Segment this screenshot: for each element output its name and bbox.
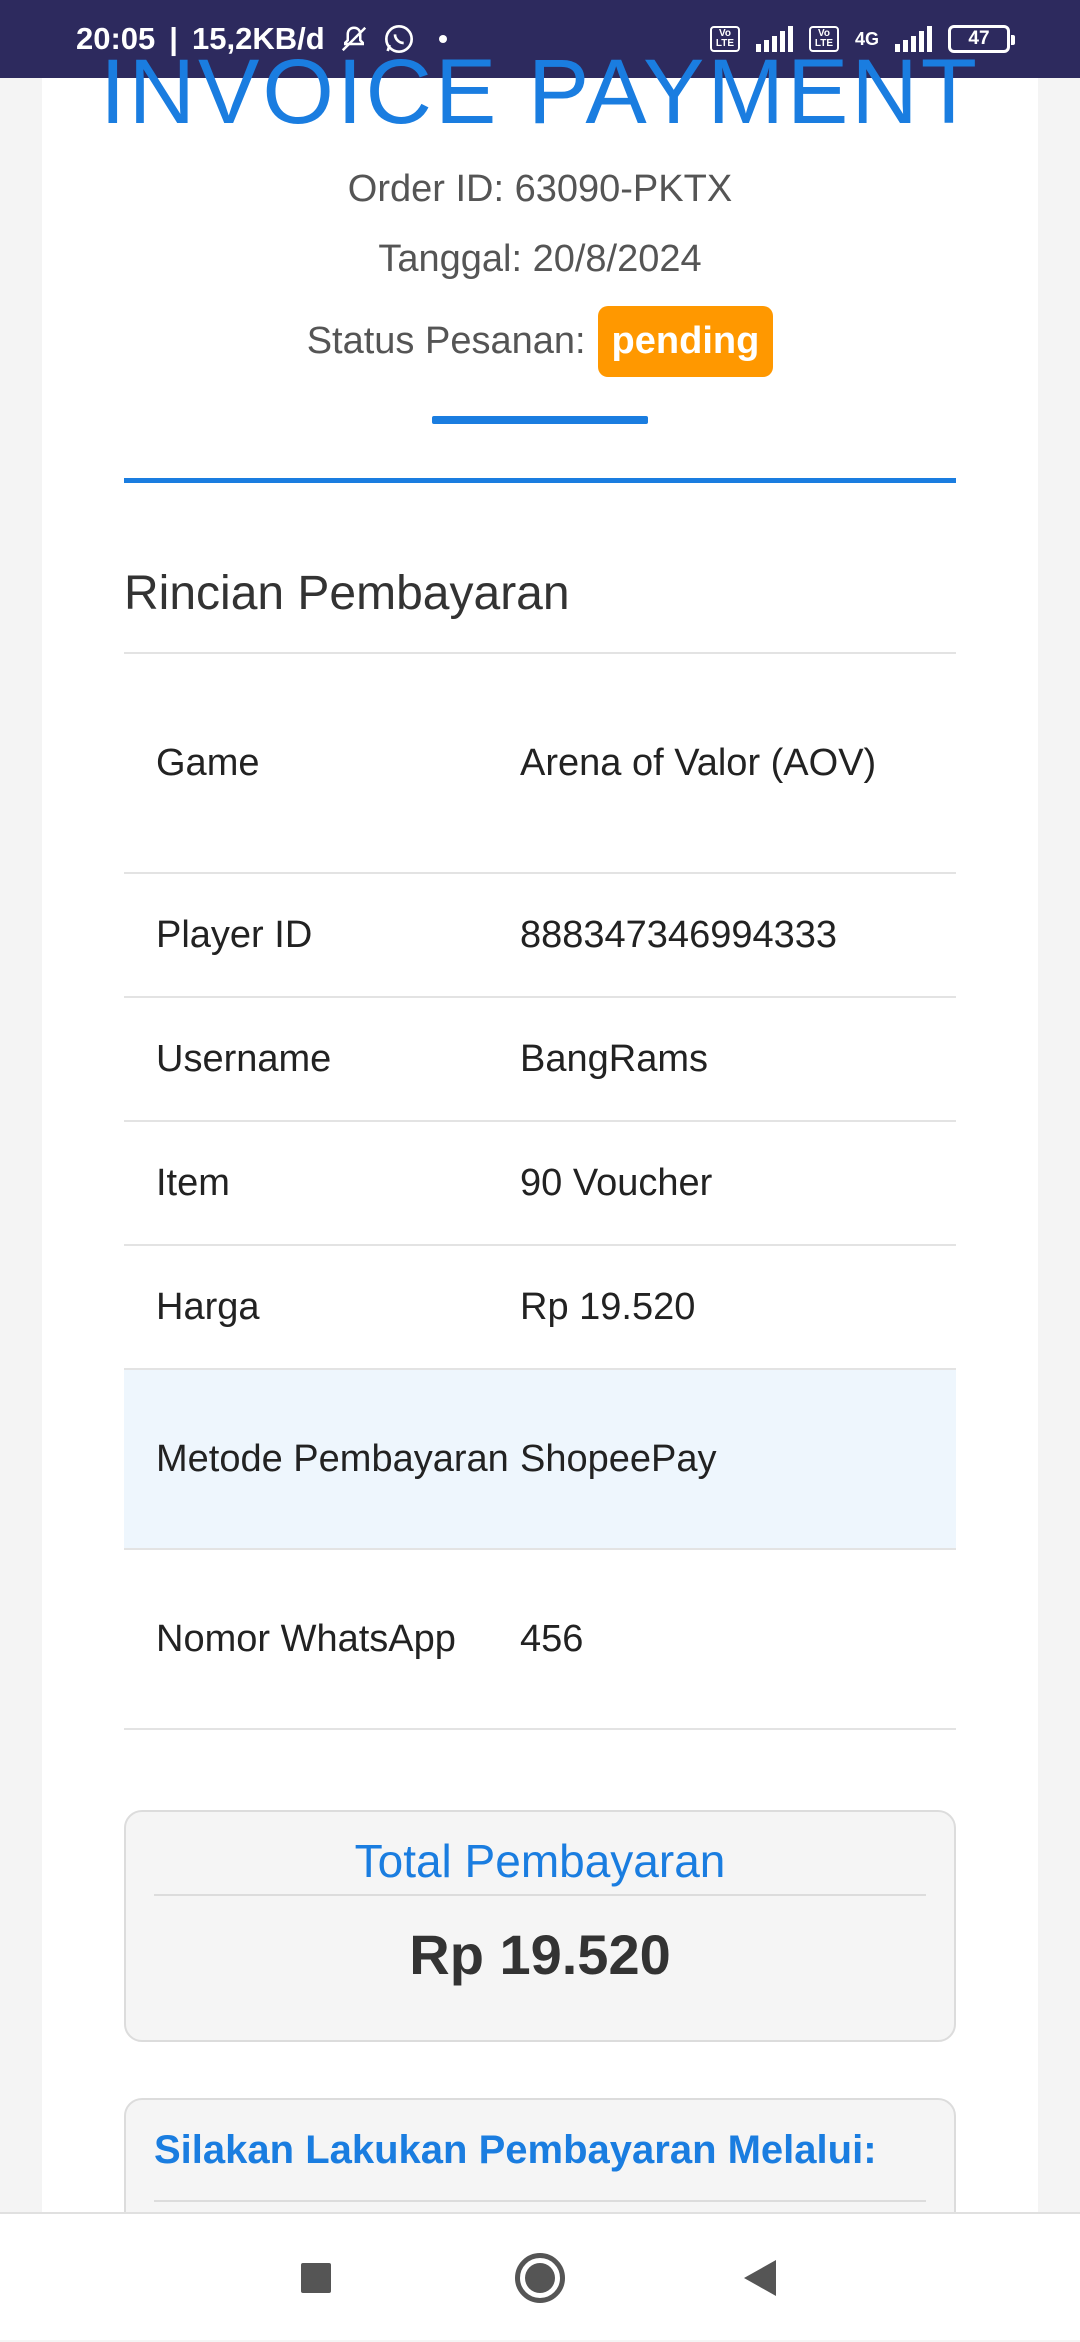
row-value: 456 — [520, 1618, 584, 1660]
back-icon — [744, 2260, 776, 2296]
invoice-title: INVOICE PAYMENT — [100, 41, 980, 140]
home-icon — [515, 2253, 565, 2303]
home-button[interactable] — [480, 2214, 600, 2342]
row-value: BangRams — [520, 1038, 708, 1080]
total-divider — [154, 1894, 926, 1896]
order-status: Status Pesanan: pending — [42, 306, 1038, 377]
payment-details-table: Game Arena of Valor (AOV) Player ID 8883… — [124, 654, 956, 1730]
table-row-highlighted: Metode Pembayaran ShopeePay — [124, 1370, 956, 1550]
table-row: Username BangRams — [124, 998, 956, 1122]
total-amount: Rp 19.520 — [409, 1923, 671, 1986]
table-row: Game Arena of Valor (AOV) — [124, 654, 956, 874]
total-title: Total Pembayaran — [354, 1835, 726, 1887]
row-label: Harga — [156, 1286, 260, 1328]
row-label: Item — [156, 1162, 230, 1204]
back-button[interactable] — [700, 2214, 820, 2342]
table-row: Player ID 888347346994333 — [124, 874, 956, 998]
total-payment-box: Total Pembayaran Rp 19.520 — [124, 1810, 956, 2042]
table-row: Harga Rp 19.520 — [124, 1246, 956, 1370]
row-label: Game — [156, 742, 260, 784]
payment-instructions-divider — [154, 2200, 926, 2202]
payment-instructions-title: Silakan Lakukan Pembayaran Melalui: — [154, 2128, 877, 2172]
row-label: Username — [156, 1038, 332, 1080]
title-underline — [432, 416, 648, 424]
order-date: Tanggal: 20/8/2024 — [378, 238, 702, 280]
navigation-bar — [0, 2212, 1080, 2340]
status-label: Status Pesanan: — [306, 320, 586, 362]
row-value: 90 Voucher — [520, 1162, 713, 1204]
row-value: 888347346994333 — [520, 914, 838, 956]
section-title: Rincian Pembayaran — [124, 567, 570, 620]
table-row: Item 90 Voucher — [124, 1122, 956, 1246]
status-badge: pending — [597, 306, 774, 377]
row-label: Player ID — [156, 914, 313, 956]
section-divider — [124, 478, 956, 483]
row-label: Nomor WhatsApp — [156, 1618, 456, 1660]
row-value: Arena of Valor (AOV) — [520, 742, 877, 784]
row-label: Metode Pembayaran — [156, 1438, 509, 1480]
invoice-card: INVOICE PAYMENT Order ID: 63090-PKTX Tan… — [42, 41, 1038, 2258]
table-row: Nomor WhatsApp 456 — [124, 1550, 956, 1730]
row-value: Rp 19.520 — [520, 1286, 696, 1328]
recents-button[interactable] — [256, 2214, 376, 2342]
recents-icon — [301, 2263, 331, 2293]
row-value: ShopeePay — [520, 1438, 717, 1480]
order-id: Order ID: 63090-PKTX — [347, 168, 733, 210]
